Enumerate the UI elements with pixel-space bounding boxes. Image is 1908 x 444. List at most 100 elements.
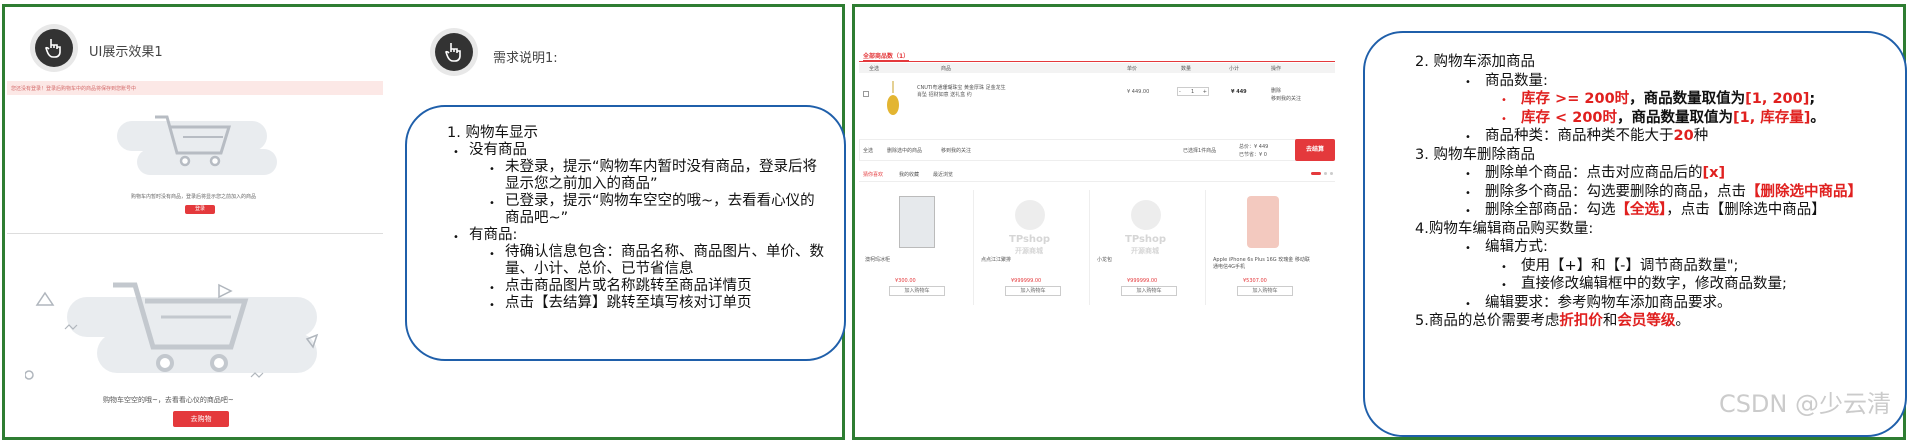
- product-name[interactable]: 点点江江聚排: [981, 256, 1081, 263]
- list-item: 编辑要求：参考购物车添加商品要求。: [1485, 294, 1732, 311]
- login-notice-bar: 您还没有登录！登录后购物车中的商品将保存到您账号中: [7, 81, 383, 95]
- header-product: 商品: [941, 66, 952, 72]
- placeholder-logo-icon: [1131, 200, 1161, 230]
- add-to-cart-button[interactable]: 加入购物车: [1121, 286, 1177, 296]
- placeholder-subtext: 开源商城: [1015, 247, 1043, 255]
- delete-link[interactable]: 删除: [1271, 87, 1281, 94]
- list-item: 编辑方式:: [1485, 239, 1548, 255]
- placeholder-logo-icon: [1015, 200, 1045, 230]
- section-heading: 1. 购物车显示: [447, 125, 538, 141]
- placeholder-text: TPshop: [1125, 234, 1167, 245]
- add-to-cart-button[interactable]: 加入购物车: [1237, 286, 1293, 296]
- checkout-button[interactable]: 去结算: [1295, 139, 1335, 161]
- rule-text: 5.商品的总价需要考虑: [1415, 313, 1560, 329]
- quantity-stepper[interactable]: - 1 +: [1177, 87, 1209, 96]
- product-name[interactable]: Apple iPhone 6s Plus 16G 玫瑰金 移动联通电信4G手机: [1213, 256, 1313, 270]
- rule-text: ，点击【删除选中商品】: [1666, 202, 1826, 218]
- product-card[interactable]: TPshop 开源商城 点点江江聚排 ¥999999.00 加入购物车: [975, 190, 1090, 305]
- placeholder-text: TPshop: [1009, 234, 1051, 245]
- rule-highlight: 【全选】: [1615, 202, 1667, 218]
- carousel-dot[interactable]: [1324, 172, 1327, 175]
- footer-select-all[interactable]: 全选: [863, 147, 873, 154]
- section-heading: 4.购物车编辑商品购买数量:: [1415, 220, 1594, 237]
- list-item: 直接修改编辑框中的数字，修改商品数量;: [1521, 276, 1787, 292]
- right-panel: 全部商品数（1） 全选 商品 单价 数量 小计 操作 CNUTI粤通珊瑚珠宝 黄…: [852, 4, 1907, 440]
- placeholder-subtext: 开源商城: [1131, 247, 1159, 255]
- rules-content: 2. 购物车添加商品 • 商品数量: • 库存 >= 200时，商品数量取值为[1,…: [1415, 53, 1895, 331]
- move-to-favorites-link[interactable]: 移到我的关注: [1271, 95, 1301, 102]
- rule-text: 删除单个商品：点击对应商品后的: [1485, 165, 1703, 181]
- panel-title: UI展示效果1: [89, 45, 163, 60]
- product-card[interactable]: TPshop 开源商城 小龙包 ¥999999.00 加入购物车: [1091, 190, 1206, 305]
- list-item: 已登录，提示“购物车空空的哦~，去看看心仪的商品吧~”: [505, 193, 815, 226]
- selected-count: 已选择1件商品: [1183, 148, 1217, 154]
- rule-highlight: 【删除选中商品】: [1746, 183, 1862, 200]
- section-heading: 5.商品的总价需要考虑折扣价和会员等级。: [1415, 312, 1895, 331]
- rule-highlight: 折扣价: [1559, 313, 1603, 329]
- product-image[interactable]: [1247, 196, 1279, 248]
- product-name-link[interactable]: CNUTI粤通珊瑚珠宝 黄金厚珠 足金龙生肖坠 招财如意 送礼盒 约: [917, 85, 1007, 99]
- delete-selected-link[interactable]: 删除选中的商品: [887, 147, 922, 154]
- product-card[interactable]: Apple iPhone 6s Plus 16G 玫瑰金 移动联通电信4G手机 …: [1207, 190, 1322, 305]
- section-heading: 3. 购物车删除商品: [1415, 146, 1535, 163]
- rule-text: 删除多个商品：勾选要删除的商品，点击: [1485, 183, 1746, 200]
- add-to-cart-button[interactable]: 加入购物车: [1005, 286, 1061, 296]
- decorative-shapes: [25, 283, 319, 380]
- left-panel: UI展示效果1 需求说明1: 您还没有登录！登录后购物车中的商品将保存到您账号中…: [2, 4, 846, 440]
- product-name[interactable]: 小龙包: [1097, 256, 1197, 263]
- product-price: ¥999999.00: [1011, 278, 1042, 284]
- tab-all-items[interactable]: 全部商品数（1）: [863, 51, 910, 61]
- hand-pointer-icon: [435, 33, 473, 71]
- rule-highlight: 库存 < 200时: [1521, 109, 1618, 126]
- list-item: 商品数量:: [1485, 72, 1548, 89]
- header-select-all[interactable]: 全选: [869, 65, 879, 72]
- rule-highlight: [x]: [1702, 165, 1726, 181]
- item-checkbox[interactable]: [863, 91, 869, 97]
- tab-recent[interactable]: 最近浏览: [933, 171, 953, 178]
- requirements-title: 需求说明1:: [493, 51, 558, 66]
- product-image[interactable]: [899, 196, 935, 248]
- rule-text: ;: [1809, 91, 1816, 107]
- rule-text: 删除全部商品：勾选: [1485, 202, 1616, 218]
- rule-text: 种: [1693, 128, 1709, 144]
- go-shopping-button[interactable]: 去购物: [173, 411, 229, 427]
- header-subtotal: 小计: [1229, 66, 1240, 72]
- empty-cart-not-logged-mock: 您还没有登录！登录后购物车中的商品将保存到您账号中 购物车内暂时没有商品，登录后…: [7, 81, 383, 231]
- product-price: ¥5307.00: [1243, 278, 1267, 284]
- header-price: 单价: [1127, 66, 1138, 72]
- empty-cart-logged-mock: 购物车空空的哦~，去看看心仪的商品吧~ 去购物: [7, 237, 383, 437]
- product-price: ¥999999.00: [1127, 278, 1158, 284]
- empty-cart-icon: [155, 115, 232, 167]
- list-item: 使用【+】和【-】调节商品数量";: [1521, 257, 1739, 274]
- move-favorites-link[interactable]: 移到我的关注: [941, 147, 971, 154]
- header-ops: 操作: [1271, 66, 1282, 72]
- rule-text: ，商品数量取值为: [1629, 91, 1746, 107]
- csdn-watermark: CSDN @少云清: [1718, 390, 1891, 418]
- rule-text: 。: [1810, 109, 1825, 126]
- product-price: ¥ 449.00: [1127, 89, 1150, 95]
- product-subtotal: ¥ 449: [1231, 89, 1247, 95]
- list-item: 没有商品: [469, 142, 527, 158]
- product-price: ¥300.00: [895, 278, 916, 284]
- product-name[interactable]: 澳柯玛冰柜: [865, 256, 965, 263]
- product-image[interactable]: [883, 81, 903, 121]
- empty-cart-message: 购物车空空的哦~，去看看心仪的商品吧~: [103, 396, 234, 404]
- list-item: 待确认信息包含：商品名称、商品图片、单价、数量、小计、总价、已节省信息: [505, 244, 824, 277]
- total-price: 总价：¥ 449: [1239, 144, 1269, 150]
- list-item: 点击商品图片或名称跳转至商品详情页: [505, 278, 752, 294]
- tab-my-favorites[interactable]: 我的收藏: [899, 171, 919, 178]
- product-card[interactable]: 澳柯玛冰柜 ¥300.00 加入购物车: [859, 190, 974, 305]
- carousel-dot[interactable]: [1330, 172, 1333, 175]
- header-qty: 数量: [1181, 66, 1192, 72]
- tab-guess-you-like[interactable]: 猜你喜欢: [863, 171, 883, 178]
- rule-text: 和: [1602, 313, 1618, 329]
- quantity-input[interactable]: 1: [1191, 89, 1194, 95]
- rule-highlight: 库存 >= 200时: [1521, 91, 1630, 107]
- carousel-dot-active[interactable]: [1311, 172, 1321, 175]
- list-item: 有商品:: [469, 227, 518, 243]
- saved-amount: 已节省：¥ 0: [1239, 152, 1267, 158]
- rule-highlight: [1, 库存量]: [1733, 109, 1811, 126]
- add-to-cart-button[interactable]: 加入购物车: [889, 286, 945, 296]
- section-heading: 2. 购物车添加商品: [1415, 54, 1535, 70]
- login-button[interactable]: 登录: [185, 205, 215, 214]
